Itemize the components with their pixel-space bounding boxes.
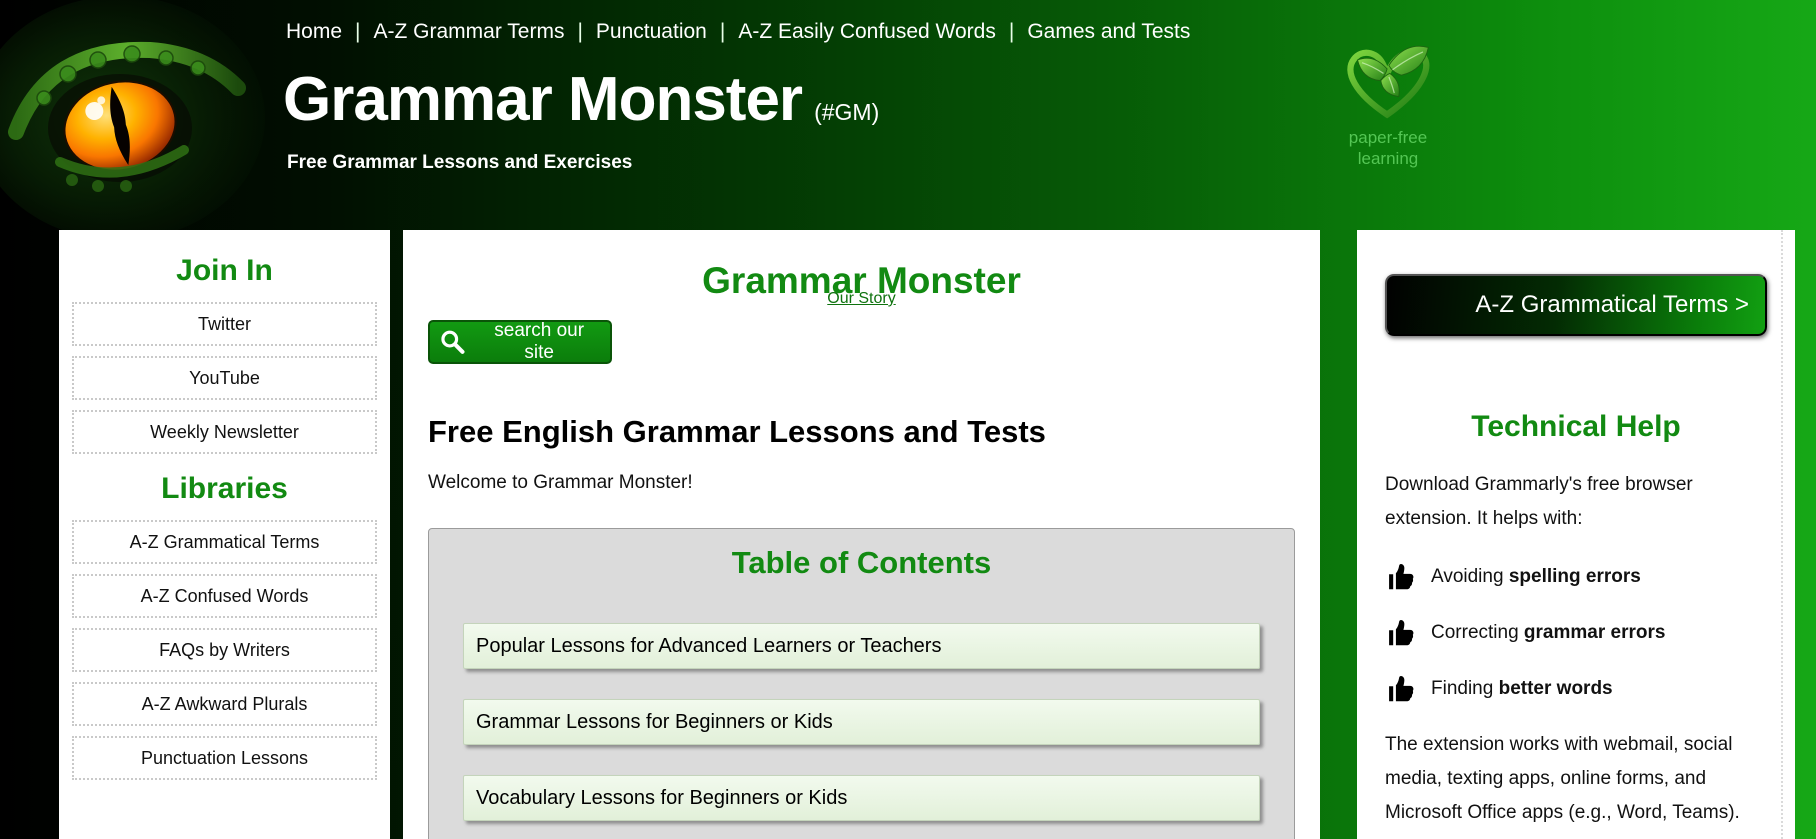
nav-separator: | <box>355 20 361 43</box>
page: Home | A-Z Grammar Terms | Punctuation | A-Z E… <box>0 0 1816 839</box>
main-heading-wrap: Our Story Grammar Monster <box>428 260 1295 310</box>
sidebar-item-weekly-newsletter[interactable]: Weekly Newsletter <box>72 410 377 454</box>
nav-link-punctuation[interactable]: Punctuation <box>596 20 707 43</box>
main-content: Our Story Grammar Monster search our sit… <box>403 230 1320 839</box>
benefit-item-1: Avoiding spelling errors <box>1385 562 1767 592</box>
nav-separator: | <box>719 20 726 43</box>
leaf-heart-icon <box>1347 45 1430 119</box>
toc-item-1[interactable]: Popular Lessons for Advanced Learners or… <box>463 623 1260 669</box>
site-tagline: Free Grammar Lessons and Exercises <box>287 152 633 173</box>
nav-link-home[interactable]: Home <box>286 20 342 43</box>
site-title-text: Grammar Monster <box>283 65 803 134</box>
dragon-eye-image <box>0 0 265 230</box>
search-button-label: search our site <box>494 320 585 363</box>
page-subheading: Free English Grammar Lessons and Tests <box>428 414 1046 449</box>
search-our-site-button[interactable]: search our site <box>428 320 612 364</box>
benefit-text: Correcting grammar errors <box>1431 622 1666 643</box>
benefit-item-3: Finding better words <box>1385 674 1767 704</box>
nav-link-a-z-easily-confused-words[interactable]: A-Z Easily Confused Words <box>738 20 996 43</box>
az-grammatical-terms-button[interactable]: A-Z Grammatical Terms > <box>1385 274 1767 336</box>
nav-link-a-z-grammar-terms[interactable]: A-Z Grammar Terms <box>374 20 565 43</box>
nav-separator: | <box>577 20 583 43</box>
sidebar-item-youtube[interactable]: YouTube <box>72 356 377 400</box>
thumbs-up-icon <box>1389 564 1414 590</box>
benefit-bold-text: spelling errors <box>1508 566 1641 587</box>
technical-help-outro: The extension works with webmail, social… <box>1385 734 1740 823</box>
left-sidebar: Join In Twitter YouTube Weekly Newsletter Li… <box>59 230 390 839</box>
right-sidebar: A-Z Grammatical Terms > Technical Help D… <box>1357 230 1795 839</box>
benefit-bold-text: grammar errors <box>1523 622 1666 643</box>
search-icon <box>441 330 465 354</box>
benefit-text: Avoiding spelling errors <box>1431 566 1641 587</box>
table-of-contents: Table of Contents Popular Lessons for Ad… <box>428 528 1295 839</box>
benefit-bold-text: better words <box>1498 678 1613 699</box>
nav-separator: | <box>1008 20 1015 43</box>
thumbs-up-icon <box>1389 620 1414 646</box>
sidebar-heading-join-in: Join In <box>176 254 273 287</box>
toc-item-2[interactable]: Grammar Lessons for Beginners or Kids <box>463 699 1260 745</box>
top-nav: Home | A-Z Grammar Terms | Punctuation | A-Z E… <box>286 20 1190 44</box>
sidebar-item-a-z-awkward-plurals[interactable]: A-Z Awkward Plurals <box>72 682 377 726</box>
sidebar-item-punctuation-lessons[interactable]: Punctuation Lessons <box>72 736 377 780</box>
main-heading: Grammar Monster <box>702 260 1021 301</box>
site-title: Grammar Monster (#GM) <box>283 64 879 135</box>
sidebar-item-a-z-confused-words[interactable]: A-Z Confused Words <box>72 574 377 618</box>
sidebar-item-twitter[interactable]: Twitter <box>72 302 377 346</box>
technical-help-intro: Download Grammarly's free browser extens… <box>1385 474 1693 529</box>
thumbs-up-icon <box>1389 676 1414 702</box>
benefit-text: Finding better words <box>1431 678 1613 699</box>
sidebar-heading-libraries: Libraries <box>161 472 288 505</box>
toc-item-3[interactable]: Vocabulary Lessons for Beginners or Kids <box>463 775 1260 821</box>
logo-caption-line2: learning <box>1357 149 1419 168</box>
nav-link-games-and-tests[interactable]: Games and Tests <box>1027 20 1190 43</box>
paper-free-logo: paper-free learning <box>1323 34 1453 169</box>
site-title-suffix: (#GM) <box>814 99 880 125</box>
logo-caption-line1: paper-free <box>1348 128 1428 147</box>
panel-edge-divider <box>1781 230 1783 839</box>
sidebar-item-faqs-by-writers[interactable]: FAQs by Writers <box>72 628 377 672</box>
benefit-item-2: Correcting grammar errors <box>1385 618 1767 648</box>
sidebar-item-a-z-grammatical-terms[interactable]: A-Z Grammatical Terms <box>72 520 377 564</box>
welcome-text: Welcome to Grammar Monster! <box>428 472 693 493</box>
toc-heading: Table of Contents <box>731 545 992 580</box>
technical-help-heading: Technical Help <box>1471 410 1681 443</box>
